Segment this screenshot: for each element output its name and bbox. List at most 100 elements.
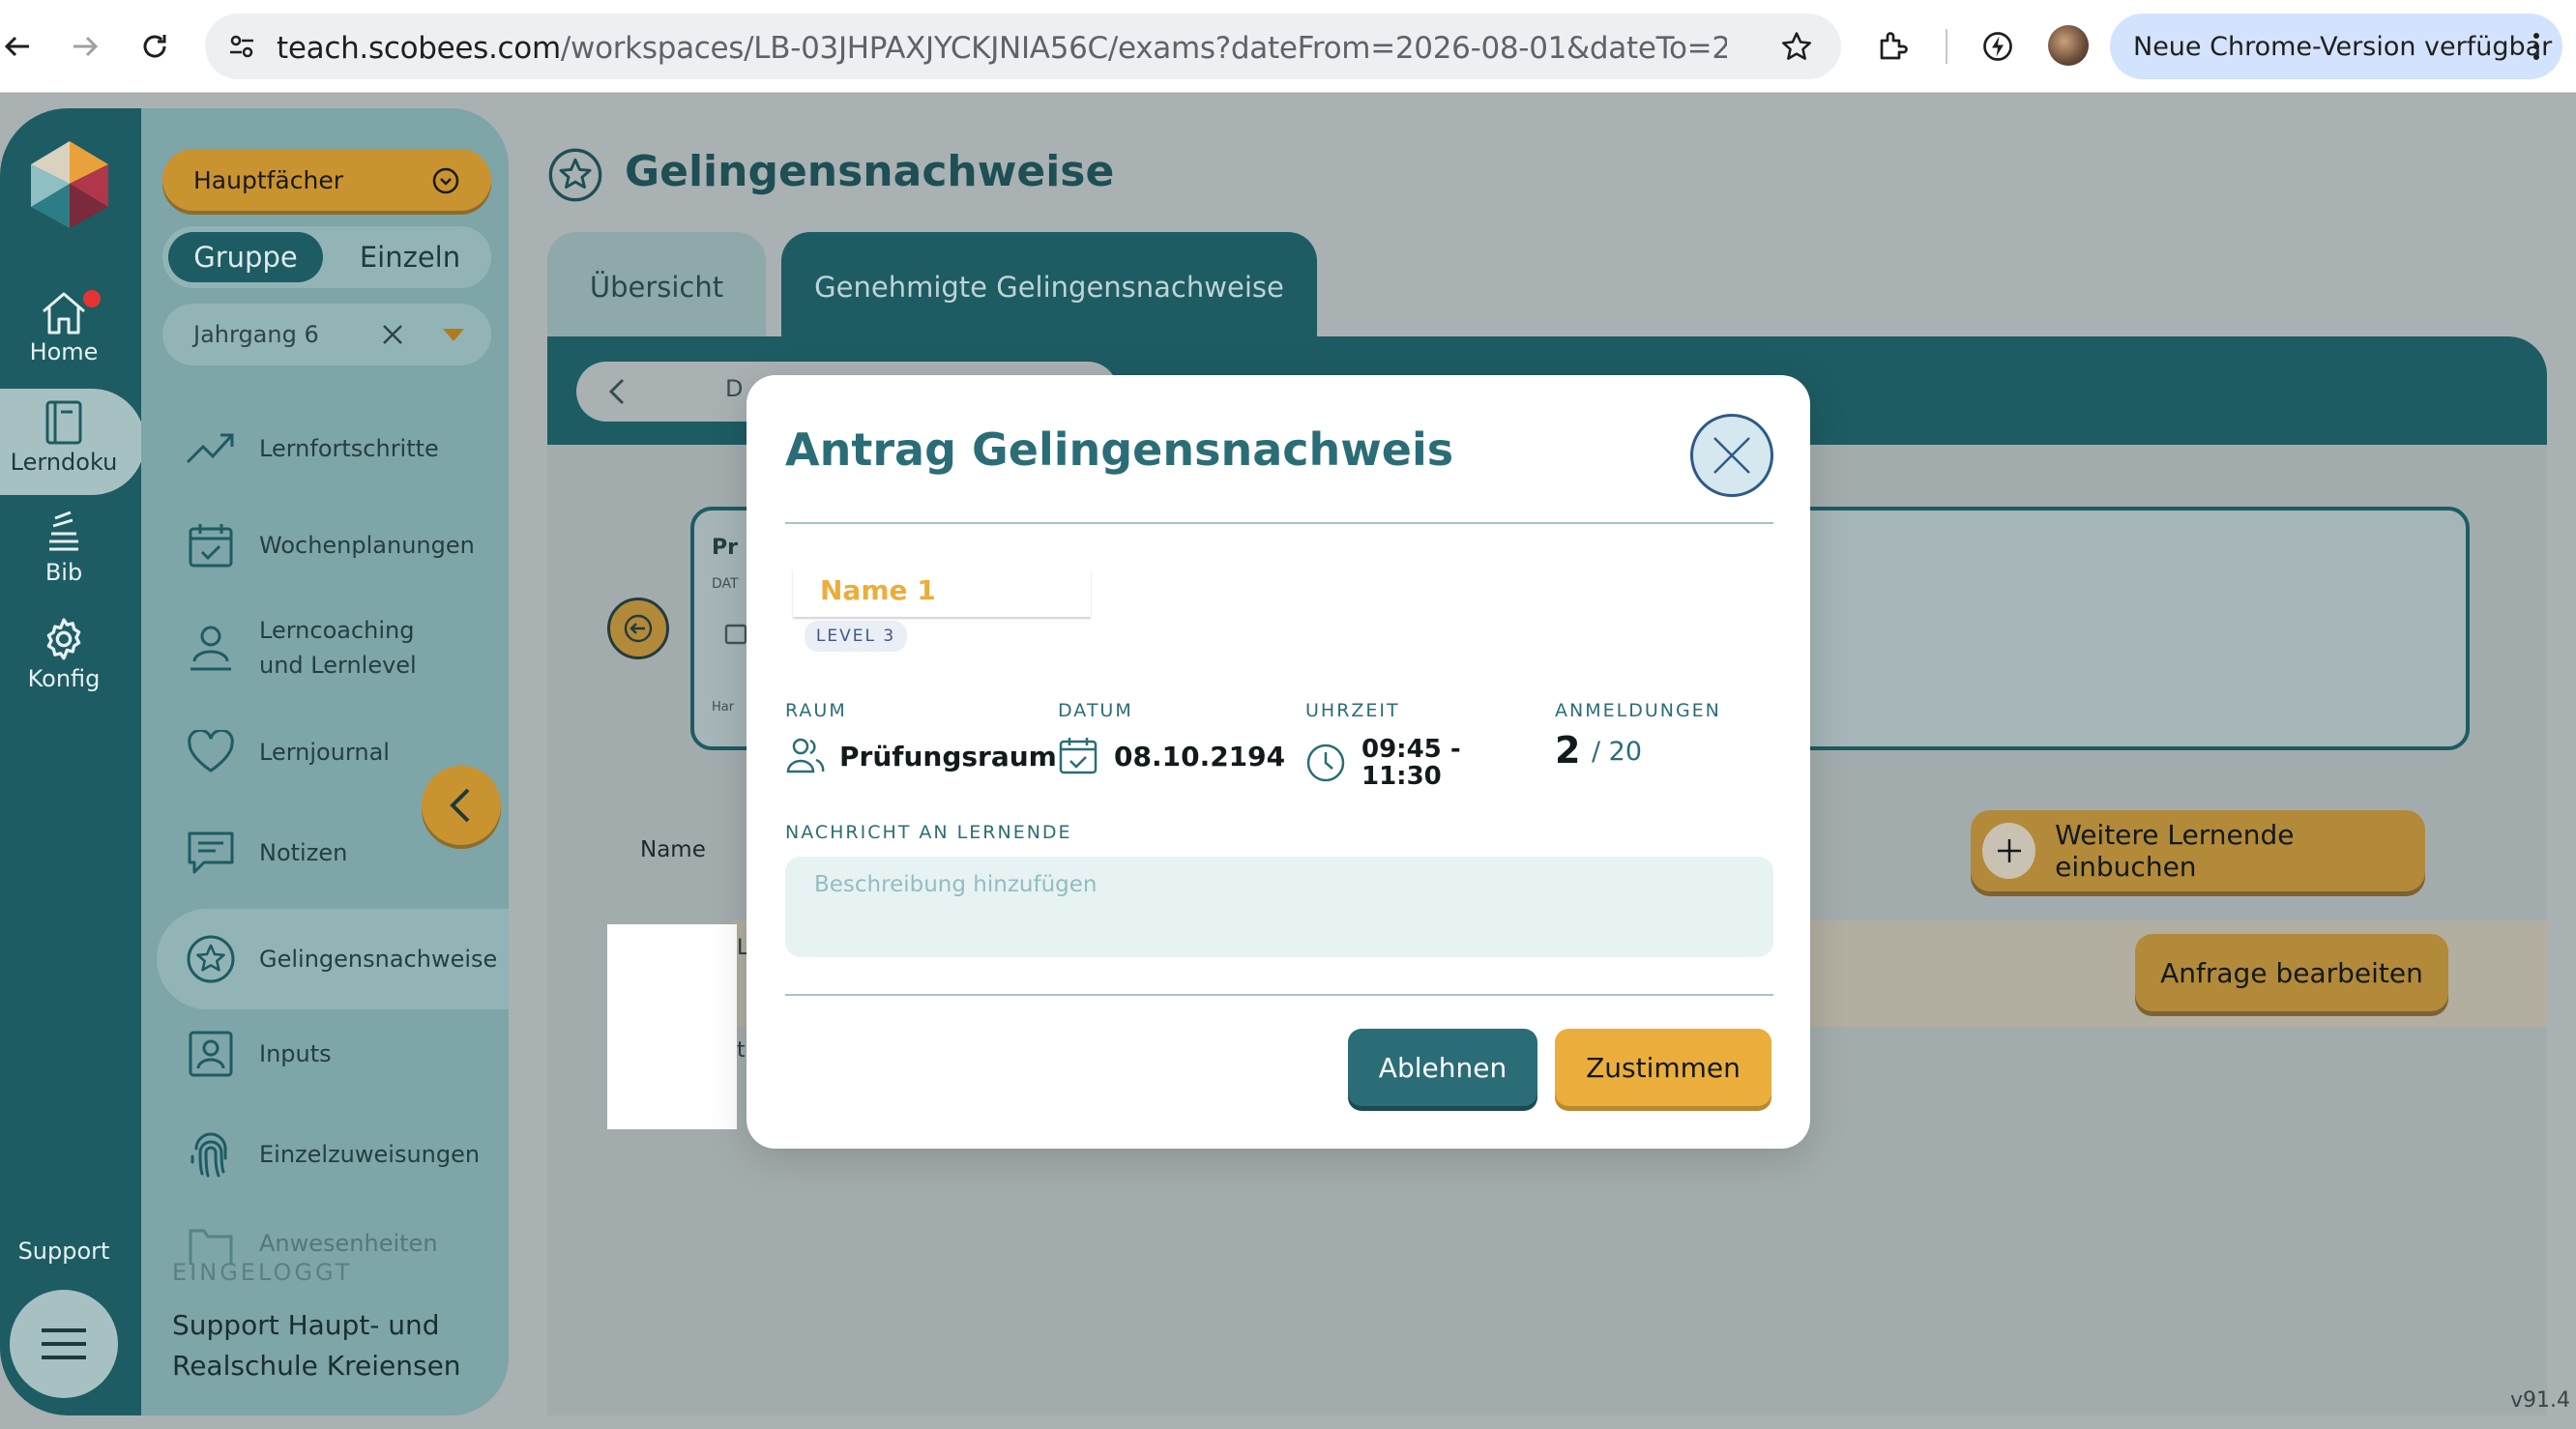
collapse-panel-button[interactable] <box>422 766 501 845</box>
site-settings-icon[interactable] <box>222 27 261 66</box>
panel-item-label: Lerncoaching und Lernlevel <box>259 617 417 679</box>
app-version: v91.4 <box>2510 1388 2571 1413</box>
divider <box>785 994 1773 996</box>
panel-item-inputs[interactable]: Inputs <box>184 1027 509 1081</box>
gear-icon <box>46 618 81 660</box>
book-icon <box>45 400 82 445</box>
secondary-nav-panel: Hauptfächer Gruppe Einzeln Jahrgang 6 Le… <box>141 108 509 1415</box>
toggle-group[interactable]: Gruppe <box>168 232 323 282</box>
close-icon <box>1713 437 1750 474</box>
back-button[interactable] <box>0 21 43 72</box>
exam-card-date-label: DAT <box>712 576 739 592</box>
add-students-button[interactable]: Weitere Lernende einbuchen <box>1971 810 2425 891</box>
inputs-icon <box>184 1027 238 1081</box>
back-round-button[interactable] <box>607 598 669 659</box>
exam-card-title: Pr <box>712 536 738 560</box>
time-label: UHRZEIT <box>1305 700 1400 721</box>
panel-item-wochenplanungen[interactable]: Wochenplanungen <box>184 518 509 572</box>
subject-label: Hauptfächer <box>193 165 344 194</box>
calendar-check-icon <box>184 518 238 572</box>
trend-icon <box>184 422 238 476</box>
page-title: Gelingensnachweise <box>625 147 1115 196</box>
bookmark-star-icon[interactable] <box>1775 25 1818 68</box>
url-path: /workspaces/LB-03JHPAXJYCKJNIA56C/exams?… <box>560 31 1727 66</box>
rail-item-label: Lerndoku <box>10 449 118 476</box>
time-end: 11:30 <box>1361 762 1442 791</box>
panel-item-einzelzuweisungen[interactable]: Einzelzuweisungen <box>184 1127 509 1181</box>
exam-card-footer: Har <box>712 700 735 714</box>
rail-item-home[interactable]: Home <box>0 288 128 365</box>
tab-genehmigte[interactable]: Genehmigte Gelingensnachweise <box>781 232 1317 338</box>
column-header-name: Name <box>640 837 706 862</box>
profile-avatar[interactable] <box>2048 25 2089 66</box>
chrome-update-label: Neue Chrome-Version verfügbar <box>2133 31 2553 62</box>
add-students-label: Weitere Lernende einbuchen <box>2055 819 2295 883</box>
chevron-left-icon <box>608 378 625 405</box>
chrome-update-button[interactable]: Neue Chrome-Version verfügbar <box>2110 14 2562 79</box>
forward-button[interactable] <box>60 21 110 72</box>
registrations-label: ANMELDUNGEN <box>1555 700 1721 721</box>
close-modal-button[interactable] <box>1690 414 1773 497</box>
date-range-text: D <box>725 375 744 402</box>
organization-name: Support Haupt- und Realschule Kreiensen <box>172 1309 461 1382</box>
rail-item-konfig[interactable]: Konfig <box>0 615 128 692</box>
caret-down-icon[interactable] <box>443 329 464 341</box>
home-icon <box>43 292 85 335</box>
registrations-count: 2 <box>1555 729 1581 772</box>
tab-uebersicht[interactable]: Übersicht <box>547 232 766 338</box>
subject-dropdown[interactable]: Hauptfächer <box>162 149 491 211</box>
student-name-tab[interactable]: Name 1 <box>793 569 1091 617</box>
plus-icon <box>1982 823 2036 879</box>
reject-button[interactable]: Ablehnen <box>1348 1029 1537 1106</box>
performance-icon[interactable] <box>1975 23 2021 70</box>
grade-filter-select[interactable]: Jahrgang 6 <box>162 304 491 365</box>
grade-filter-value: Jahrgang 6 <box>193 321 319 348</box>
clear-icon[interactable] <box>379 321 406 348</box>
reload-button[interactable] <box>130 21 180 72</box>
url-host: teach.scobees.com <box>277 31 561 66</box>
scobees-logo[interactable] <box>17 131 122 236</box>
chevron-down-circle-icon <box>432 167 459 194</box>
hamburger-icon <box>42 1328 86 1359</box>
registrations-max: / 20 <box>1592 737 1643 767</box>
rail-item-lerndoku[interactable]: Lerndoku <box>0 398 128 476</box>
clock-icon <box>1306 744 1345 782</box>
extensions-icon[interactable] <box>1870 23 1917 70</box>
rail-item-bib[interactable]: Bib <box>0 509 128 586</box>
panel-item-label: Notizen <box>259 839 348 866</box>
address-bar[interactable]: teach.scobees.com/workspaces/LB-03JHPAXJ… <box>205 14 1841 79</box>
panel-item-lernfortschritte[interactable]: Lernfortschritte <box>184 422 509 476</box>
url-text: teach.scobees.com/workspaces/LB-03JHPAXJ… <box>277 31 1727 66</box>
panel-item-label: Einzelzuweisungen <box>259 1141 481 1168</box>
toggle-single[interactable]: Einzeln <box>333 232 487 282</box>
library-icon <box>49 510 78 551</box>
fingerprint-icon <box>184 1127 238 1181</box>
panel-item-label: Inputs <box>259 1040 332 1067</box>
support-link[interactable]: Support <box>0 1238 128 1265</box>
people-icon <box>786 738 825 773</box>
approve-button[interactable]: Zustimmen <box>1555 1029 1771 1106</box>
message-label: NACHRICHT AN LERNENDE <box>785 822 1072 843</box>
calendar-check-icon <box>1059 738 1098 774</box>
divider <box>785 522 1773 524</box>
browser-toolbar: teach.scobees.com/workspaces/LB-03JHPAXJ… <box>0 0 2576 93</box>
request-modal: Antrag Gelingensnachweis Name 1 LEVEL 3 … <box>746 375 1810 1149</box>
menu-button[interactable] <box>10 1290 118 1398</box>
coach-icon <box>184 621 238 675</box>
group-single-toggle: Gruppe Einzeln <box>162 226 491 288</box>
time-start: 09:45 - <box>1361 735 1461 764</box>
arrow-left-circle-icon <box>624 614 653 643</box>
rail-item-label: Konfig <box>27 665 101 692</box>
panel-item-label: Lernjournal <box>259 739 390 766</box>
panel-item-lerncoaching[interactable]: Lerncoaching und Lernlevel <box>184 613 509 683</box>
edit-request-button[interactable]: Anfrage bearbeiten <box>2135 934 2448 1011</box>
panel-item-label: Lernfortschritte <box>259 435 439 462</box>
message-input[interactable] <box>785 857 1773 957</box>
student-avatar-cell <box>607 924 737 1129</box>
panel-item-gelingensnachweise[interactable]: Gelingensnachweise <box>157 909 509 1009</box>
row-text-fragment: t <box>737 1038 746 1063</box>
star-icon <box>547 147 603 203</box>
arrow-left-icon <box>4 36 29 57</box>
notes-icon <box>184 826 238 880</box>
arrow-right-icon <box>73 36 99 57</box>
